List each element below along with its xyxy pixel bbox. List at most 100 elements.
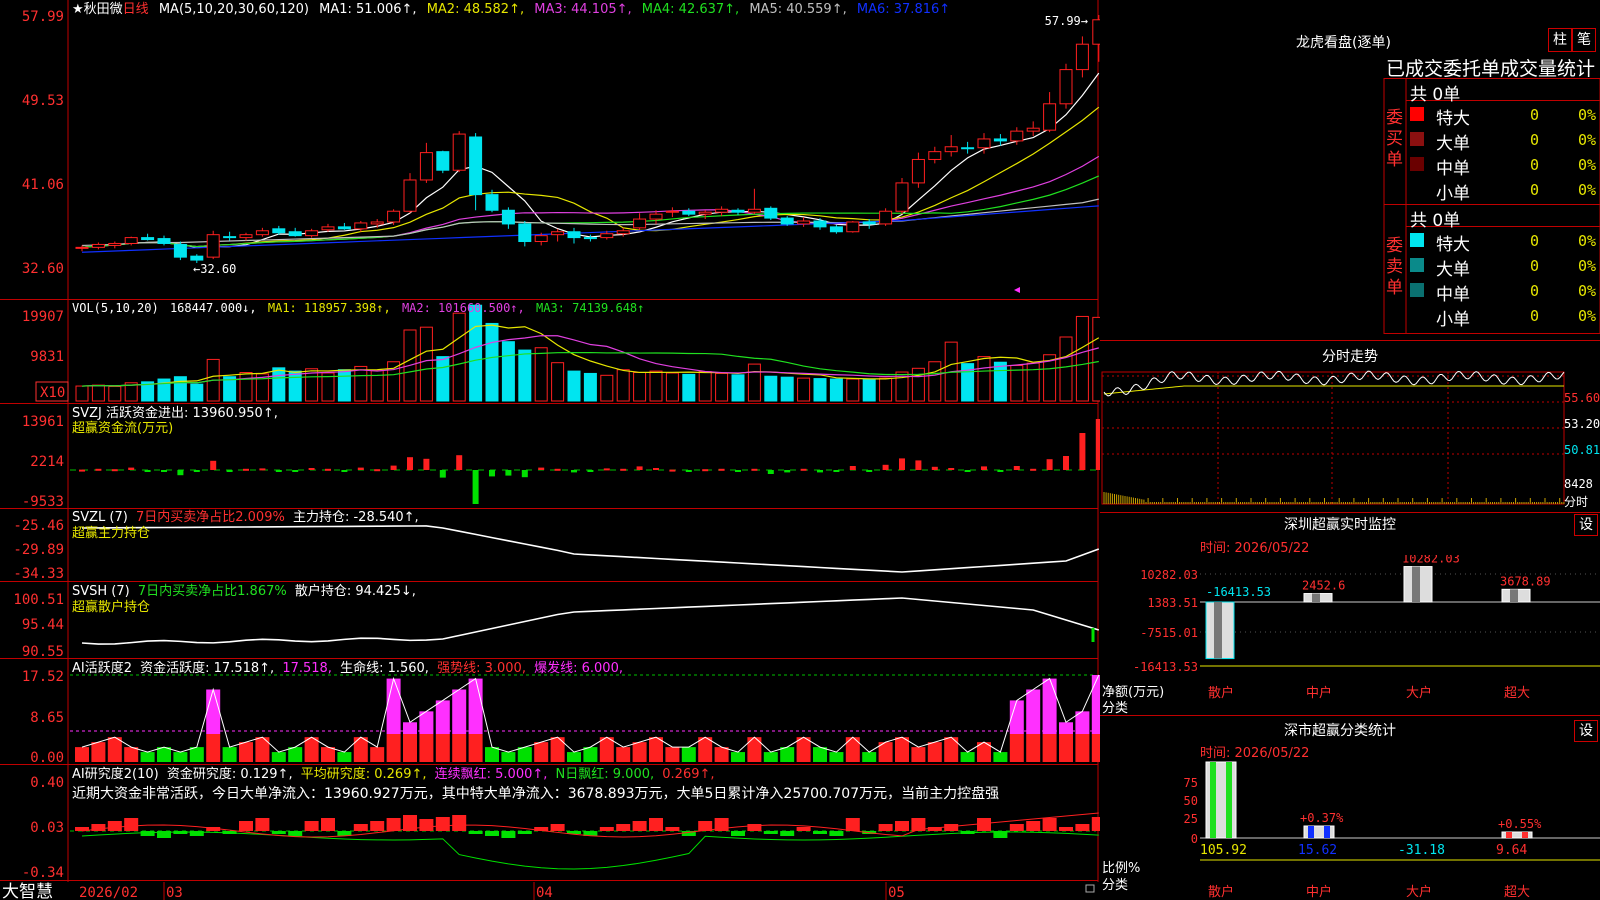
candle-body xyxy=(682,210,696,215)
svsh-ratio: 7日内买卖净占比1.867% xyxy=(138,583,287,599)
flow-bar xyxy=(341,470,348,472)
flow-bar xyxy=(472,470,479,504)
active-bar xyxy=(255,737,270,762)
color-swatch xyxy=(1410,107,1424,121)
flow-bar xyxy=(636,466,643,470)
research-bar xyxy=(977,818,991,831)
order-count: 0 xyxy=(1530,131,1540,149)
research-bar xyxy=(435,817,450,831)
sz-monitor-settings-button[interactable]: 设 xyxy=(1574,514,1598,536)
order-pct: 0% xyxy=(1578,106,1597,124)
active-bar-top xyxy=(1091,675,1100,734)
intraday-chart[interactable] xyxy=(1100,370,1600,510)
active-bar-top xyxy=(386,678,401,734)
volume-bar xyxy=(698,371,712,402)
flow-bar xyxy=(275,470,282,472)
research-bar xyxy=(599,827,614,831)
flow-bar xyxy=(751,468,758,471)
order-count: 0 xyxy=(1530,282,1540,300)
volume-bar xyxy=(239,372,253,402)
candle-body xyxy=(1092,19,1100,45)
order-row: 小单 0 0% xyxy=(1410,179,1600,204)
active-bar xyxy=(206,734,221,762)
tab-tick[interactable]: 笔 xyxy=(1572,28,1596,52)
flow-bar xyxy=(653,468,659,470)
flow-bar xyxy=(538,467,545,470)
volume-bar xyxy=(928,361,942,402)
order-pct: 0% xyxy=(1578,232,1597,250)
volume-bar xyxy=(649,370,663,402)
research-bar xyxy=(1075,824,1090,831)
sz-class-category: 散户 xyxy=(1208,884,1234,900)
volume-bar xyxy=(501,341,515,402)
sz-monitor-value-label: -16413.53 xyxy=(1206,585,1271,599)
flow-bar xyxy=(620,468,627,471)
sz-monitor-time: 时间: 2026/05/22 xyxy=(1200,541,1310,556)
flow-bar xyxy=(144,470,151,472)
order-type-label: 小单 xyxy=(1436,184,1470,204)
color-swatch xyxy=(1410,132,1424,146)
active-bar-top xyxy=(435,700,450,734)
sell-total: 共 0单 xyxy=(1410,211,1461,231)
research-bar xyxy=(452,815,467,831)
research-bar xyxy=(370,821,385,831)
order-count: 0 xyxy=(1530,257,1540,275)
active-bar xyxy=(763,752,778,762)
volume-bar xyxy=(977,356,991,402)
order-type-label: 大单 xyxy=(1436,260,1470,280)
volume-bar xyxy=(846,378,860,402)
active-bar xyxy=(534,742,549,762)
research-bar xyxy=(140,831,155,836)
flow-bar xyxy=(849,466,856,470)
volume-bar xyxy=(780,376,794,402)
active-bar xyxy=(173,752,188,762)
active-bar xyxy=(632,742,647,762)
candle-body xyxy=(501,209,515,225)
active-bar xyxy=(681,747,696,762)
sz-class-axis-label: 25 xyxy=(1184,812,1198,826)
svsh-axis-label: 95.44 xyxy=(22,617,64,633)
flow-bar xyxy=(882,464,889,470)
sz-monitor-bar-shade xyxy=(1510,589,1518,602)
research-bar xyxy=(107,821,122,831)
flow-bar xyxy=(702,469,709,472)
high-annotation: 57.99→ xyxy=(1045,14,1088,28)
candle-body xyxy=(337,226,351,230)
active-bar xyxy=(386,734,401,762)
flow-bar xyxy=(390,465,397,470)
active-bar xyxy=(845,737,860,762)
intraday-avg-line xyxy=(1103,385,1564,395)
research-bar xyxy=(665,827,680,831)
tab-bar[interactable]: 柱 xyxy=(1548,28,1572,52)
ai-research-axis-label: 0.03 xyxy=(30,820,64,836)
research-bar xyxy=(386,818,401,831)
flow-bar xyxy=(718,468,725,471)
sz-class-settings-button[interactable]: 设 xyxy=(1574,720,1598,742)
volume-bar xyxy=(337,369,351,402)
vol-axis-label: 19907 xyxy=(22,309,64,325)
ai-active-label: AI活跃度2 xyxy=(72,660,132,676)
sz-class-axis-label: 0 xyxy=(1191,832,1198,846)
candle-body xyxy=(961,147,975,150)
order-row: 中单 0 0% xyxy=(1410,154,1600,179)
volume-bar xyxy=(1075,315,1089,402)
intraday-axis-label: 53.20 xyxy=(1564,417,1600,431)
volume-bar xyxy=(665,372,679,402)
sz-class-title: 深市超赢分类统计 xyxy=(1284,723,1396,739)
flow-bar xyxy=(767,470,774,474)
intraday-price-line xyxy=(1103,370,1565,397)
ai-active-v2: 17.518, xyxy=(282,661,332,676)
ai-active-v5: 爆发线: 6.000, xyxy=(534,660,623,676)
volume-bar xyxy=(862,379,876,402)
candle-body xyxy=(141,237,155,241)
active-bar xyxy=(222,747,237,762)
active-bar xyxy=(403,734,417,762)
kline-main-panel[interactable]: ★秋田微日线 MA(5,10,20,30,60,120) MA1: 51.006… xyxy=(0,0,1100,900)
research-bar xyxy=(829,831,844,836)
order-row: 中单 0 0% xyxy=(1410,280,1600,305)
period-label[interactable]: 日线 xyxy=(123,2,149,17)
star-icon[interactable]: ★ xyxy=(72,2,84,17)
color-swatch xyxy=(1410,308,1424,322)
flow-bar xyxy=(95,468,102,471)
candle-body xyxy=(616,230,630,235)
